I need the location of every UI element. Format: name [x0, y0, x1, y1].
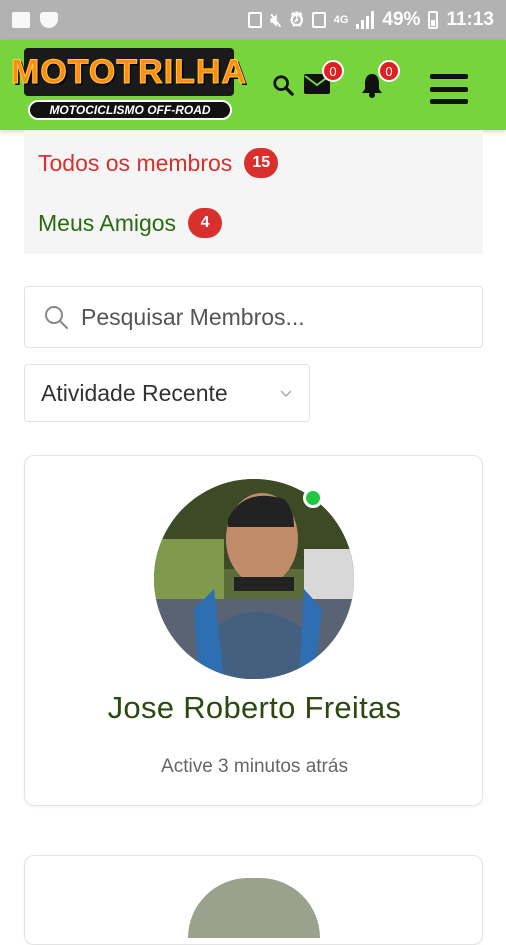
logo-subtitle: MOTOCICLISMO OFF-ROAD — [28, 100, 232, 120]
alarm-icon: ⏰︎ — [289, 9, 304, 30]
logo-title: MOTOTRILHA — [10, 52, 248, 91]
online-status-dot — [303, 488, 323, 508]
count-badge: 4 — [188, 208, 223, 238]
sim-icon — [311, 12, 326, 28]
avatar-photo — [154, 479, 354, 679]
members-search — [24, 286, 483, 348]
site-logo[interactable]: MOTOTRILHA MOTOCICLISMO OFF-ROAD — [10, 48, 247, 120]
order-by-select[interactable]: Atividade Recente — [24, 364, 310, 422]
search-icon — [45, 306, 68, 329]
order-selected-value: Atividade Recente — [41, 379, 228, 406]
hamburger-menu-icon[interactable] — [430, 74, 468, 104]
avatar[interactable] — [188, 878, 320, 938]
member-name[interactable]: Jose Roberto Freitas — [25, 690, 484, 726]
tab-my-friends[interactable]: Meus Amigos 4 — [38, 208, 223, 238]
download-icon — [248, 12, 263, 28]
member-card[interactable]: Jose Roberto Freitas Active 3 minutos at… — [24, 455, 483, 806]
avatar[interactable] — [154, 479, 354, 679]
image-icon — [12, 12, 30, 28]
clock: 11:13 — [446, 9, 494, 30]
members-tabs: Todos os membros 15 Meus Amigos 4 — [24, 130, 483, 254]
status-bar: 🔇︎ ⏰︎ 4G 49% 11:13 — [0, 0, 506, 40]
count-badge: 15 — [244, 148, 279, 178]
tab-all-members[interactable]: Todos os membros 15 — [38, 148, 279, 178]
battery-icon — [428, 11, 439, 29]
notifications-badge: 0 — [378, 60, 400, 82]
network-type: 4G — [333, 14, 349, 26]
search-input[interactable] — [81, 303, 461, 331]
messages-badge: 0 — [322, 60, 344, 82]
shield-icon — [40, 12, 58, 28]
member-card[interactable] — [24, 855, 483, 945]
search-icon[interactable] — [272, 74, 294, 96]
app-header: MOTOTRILHA MOTOCICLISMO OFF-ROAD 0 0 — [0, 40, 506, 130]
battery-percent: 49% — [382, 9, 421, 30]
tab-label: Todos os membros — [38, 149, 233, 176]
tab-label: Meus Amigos — [38, 209, 177, 236]
chevron-down-icon — [280, 390, 292, 398]
logo-title-plate: MOTOTRILHA — [10, 48, 247, 96]
mute-icon: 🔇︎ — [270, 9, 282, 30]
signal-icon — [356, 11, 375, 29]
member-activity: Active 3 minutos atrás — [161, 756, 348, 777]
